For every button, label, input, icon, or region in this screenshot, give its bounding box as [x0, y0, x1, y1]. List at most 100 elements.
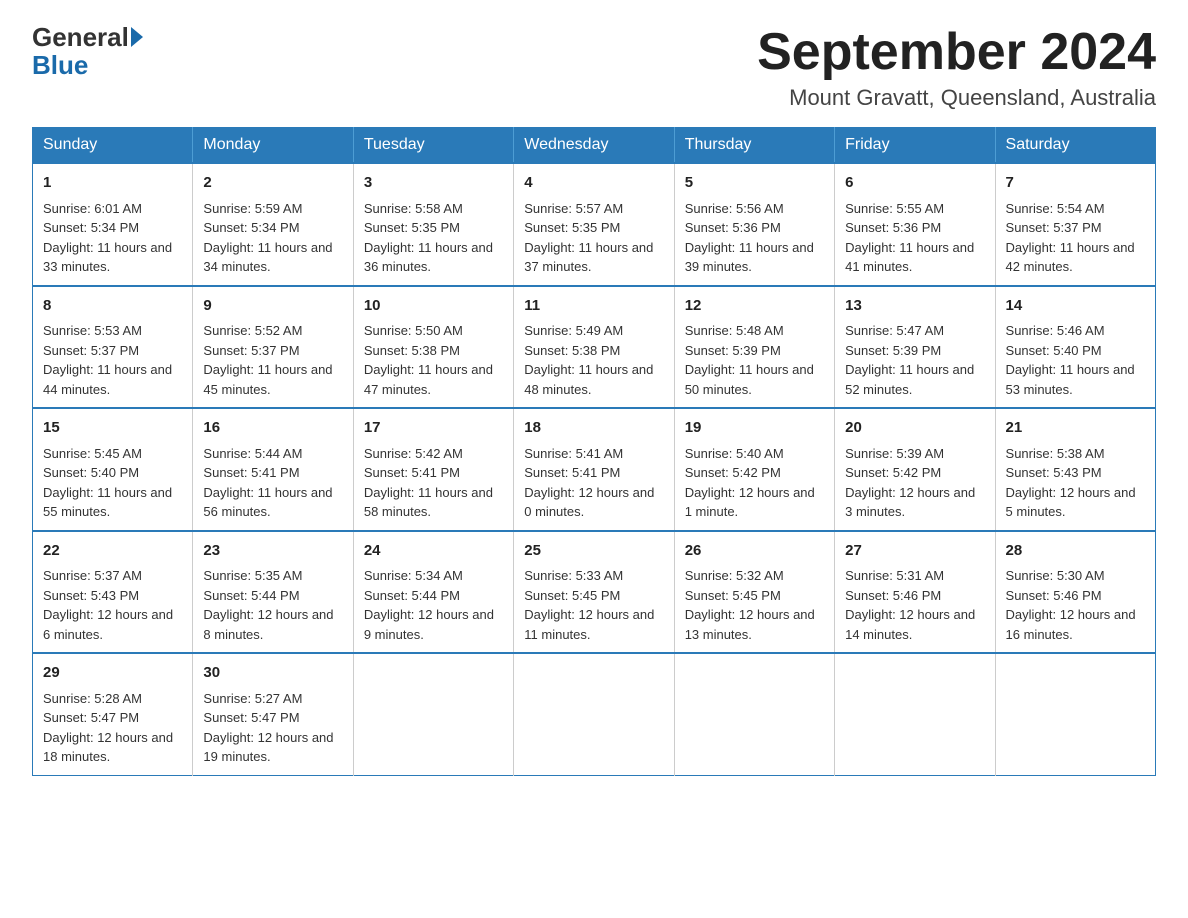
day-info: Sunrise: 5:48 AMSunset: 5:39 PMDaylight:…: [685, 323, 814, 397]
day-number: 24: [364, 540, 503, 563]
day-number: 7: [1006, 172, 1145, 195]
calendar-table: SundayMondayTuesdayWednesdayThursdayFrid…: [32, 127, 1156, 776]
calendar-cell: [835, 653, 995, 775]
calendar-cell: 17 Sunrise: 5:42 AMSunset: 5:41 PMDaylig…: [353, 408, 513, 531]
header-saturday: Saturday: [995, 128, 1155, 164]
day-info: Sunrise: 5:46 AMSunset: 5:40 PMDaylight:…: [1006, 323, 1135, 397]
day-number: 12: [685, 295, 824, 318]
day-number: 2: [203, 172, 342, 195]
logo-blue-text: Blue: [32, 50, 88, 80]
calendar-cell: 3 Sunrise: 5:58 AMSunset: 5:35 PMDayligh…: [353, 163, 513, 286]
day-number: 21: [1006, 417, 1145, 440]
day-info: Sunrise: 5:41 AMSunset: 5:41 PMDaylight:…: [524, 446, 654, 520]
month-title: September 2024: [757, 24, 1156, 81]
calendar-cell: 20 Sunrise: 5:39 AMSunset: 5:42 PMDaylig…: [835, 408, 995, 531]
day-info: Sunrise: 6:01 AMSunset: 5:34 PMDaylight:…: [43, 201, 172, 275]
title-block: September 2024 Mount Gravatt, Queensland…: [757, 24, 1156, 111]
calendar-cell: 9 Sunrise: 5:52 AMSunset: 5:37 PMDayligh…: [193, 286, 353, 409]
logo: General Blue: [32, 24, 145, 81]
day-info: Sunrise: 5:53 AMSunset: 5:37 PMDaylight:…: [43, 323, 172, 397]
day-info: Sunrise: 5:45 AMSunset: 5:40 PMDaylight:…: [43, 446, 172, 520]
day-number: 28: [1006, 540, 1145, 563]
day-number: 18: [524, 417, 663, 440]
day-number: 15: [43, 417, 182, 440]
day-info: Sunrise: 5:56 AMSunset: 5:36 PMDaylight:…: [685, 201, 814, 275]
calendar-cell: 2 Sunrise: 5:59 AMSunset: 5:34 PMDayligh…: [193, 163, 353, 286]
calendar-cell: 11 Sunrise: 5:49 AMSunset: 5:38 PMDaylig…: [514, 286, 674, 409]
logo-general-text: General: [32, 24, 129, 50]
week-row-3: 15 Sunrise: 5:45 AMSunset: 5:40 PMDaylig…: [33, 408, 1156, 531]
calendar-cell: 10 Sunrise: 5:50 AMSunset: 5:38 PMDaylig…: [353, 286, 513, 409]
calendar-cell: 27 Sunrise: 5:31 AMSunset: 5:46 PMDaylig…: [835, 531, 995, 654]
day-number: 13: [845, 295, 984, 318]
header-tuesday: Tuesday: [353, 128, 513, 164]
day-number: 9: [203, 295, 342, 318]
calendar-cell: 6 Sunrise: 5:55 AMSunset: 5:36 PMDayligh…: [835, 163, 995, 286]
header-sunday: Sunday: [33, 128, 193, 164]
day-info: Sunrise: 5:50 AMSunset: 5:38 PMDaylight:…: [364, 323, 493, 397]
calendar-cell: 30 Sunrise: 5:27 AMSunset: 5:47 PMDaylig…: [193, 653, 353, 775]
day-number: 10: [364, 295, 503, 318]
calendar-cell: [514, 653, 674, 775]
calendar-cell: 18 Sunrise: 5:41 AMSunset: 5:41 PMDaylig…: [514, 408, 674, 531]
day-number: 14: [1006, 295, 1145, 318]
day-number: 8: [43, 295, 182, 318]
day-info: Sunrise: 5:52 AMSunset: 5:37 PMDaylight:…: [203, 323, 332, 397]
day-number: 22: [43, 540, 182, 563]
day-number: 29: [43, 662, 182, 685]
day-info: Sunrise: 5:30 AMSunset: 5:46 PMDaylight:…: [1006, 568, 1136, 642]
day-info: Sunrise: 5:35 AMSunset: 5:44 PMDaylight:…: [203, 568, 333, 642]
day-info: Sunrise: 5:37 AMSunset: 5:43 PMDaylight:…: [43, 568, 173, 642]
calendar-cell: 24 Sunrise: 5:34 AMSunset: 5:44 PMDaylig…: [353, 531, 513, 654]
day-number: 4: [524, 172, 663, 195]
day-info: Sunrise: 5:47 AMSunset: 5:39 PMDaylight:…: [845, 323, 974, 397]
calendar-cell: [674, 653, 834, 775]
day-info: Sunrise: 5:57 AMSunset: 5:35 PMDaylight:…: [524, 201, 653, 275]
day-info: Sunrise: 5:55 AMSunset: 5:36 PMDaylight:…: [845, 201, 974, 275]
calendar-cell: 25 Sunrise: 5:33 AMSunset: 5:45 PMDaylig…: [514, 531, 674, 654]
day-number: 27: [845, 540, 984, 563]
day-number: 23: [203, 540, 342, 563]
day-info: Sunrise: 5:38 AMSunset: 5:43 PMDaylight:…: [1006, 446, 1136, 520]
calendar-cell: 19 Sunrise: 5:40 AMSunset: 5:42 PMDaylig…: [674, 408, 834, 531]
calendar-cell: [995, 653, 1155, 775]
calendar-cell: 13 Sunrise: 5:47 AMSunset: 5:39 PMDaylig…: [835, 286, 995, 409]
day-info: Sunrise: 5:49 AMSunset: 5:38 PMDaylight:…: [524, 323, 653, 397]
week-row-1: 1 Sunrise: 6:01 AMSunset: 5:34 PMDayligh…: [33, 163, 1156, 286]
day-info: Sunrise: 5:32 AMSunset: 5:45 PMDaylight:…: [685, 568, 815, 642]
calendar-cell: 8 Sunrise: 5:53 AMSunset: 5:37 PMDayligh…: [33, 286, 193, 409]
day-info: Sunrise: 5:44 AMSunset: 5:41 PMDaylight:…: [203, 446, 332, 520]
calendar-cell: 15 Sunrise: 5:45 AMSunset: 5:40 PMDaylig…: [33, 408, 193, 531]
calendar-cell: 7 Sunrise: 5:54 AMSunset: 5:37 PMDayligh…: [995, 163, 1155, 286]
day-info: Sunrise: 5:42 AMSunset: 5:41 PMDaylight:…: [364, 446, 493, 520]
calendar-cell: 29 Sunrise: 5:28 AMSunset: 5:47 PMDaylig…: [33, 653, 193, 775]
calendar-header-row: SundayMondayTuesdayWednesdayThursdayFrid…: [33, 128, 1156, 164]
day-number: 25: [524, 540, 663, 563]
day-info: Sunrise: 5:27 AMSunset: 5:47 PMDaylight:…: [203, 691, 333, 765]
calendar-cell: 26 Sunrise: 5:32 AMSunset: 5:45 PMDaylig…: [674, 531, 834, 654]
week-row-2: 8 Sunrise: 5:53 AMSunset: 5:37 PMDayligh…: [33, 286, 1156, 409]
day-number: 1: [43, 172, 182, 195]
week-row-5: 29 Sunrise: 5:28 AMSunset: 5:47 PMDaylig…: [33, 653, 1156, 775]
calendar-cell: 5 Sunrise: 5:56 AMSunset: 5:36 PMDayligh…: [674, 163, 834, 286]
calendar-cell: 4 Sunrise: 5:57 AMSunset: 5:35 PMDayligh…: [514, 163, 674, 286]
calendar-cell: 23 Sunrise: 5:35 AMSunset: 5:44 PMDaylig…: [193, 531, 353, 654]
day-info: Sunrise: 5:39 AMSunset: 5:42 PMDaylight:…: [845, 446, 975, 520]
day-number: 11: [524, 295, 663, 318]
day-number: 17: [364, 417, 503, 440]
header-monday: Monday: [193, 128, 353, 164]
header-friday: Friday: [835, 128, 995, 164]
day-info: Sunrise: 5:31 AMSunset: 5:46 PMDaylight:…: [845, 568, 975, 642]
calendar-cell: 28 Sunrise: 5:30 AMSunset: 5:46 PMDaylig…: [995, 531, 1155, 654]
day-number: 3: [364, 172, 503, 195]
calendar-cell: 12 Sunrise: 5:48 AMSunset: 5:39 PMDaylig…: [674, 286, 834, 409]
location-title: Mount Gravatt, Queensland, Australia: [757, 85, 1156, 111]
day-info: Sunrise: 5:34 AMSunset: 5:44 PMDaylight:…: [364, 568, 494, 642]
day-number: 16: [203, 417, 342, 440]
calendar-cell: 21 Sunrise: 5:38 AMSunset: 5:43 PMDaylig…: [995, 408, 1155, 531]
day-info: Sunrise: 5:28 AMSunset: 5:47 PMDaylight:…: [43, 691, 173, 765]
calendar-cell: 14 Sunrise: 5:46 AMSunset: 5:40 PMDaylig…: [995, 286, 1155, 409]
calendar-cell: 22 Sunrise: 5:37 AMSunset: 5:43 PMDaylig…: [33, 531, 193, 654]
calendar-cell: 16 Sunrise: 5:44 AMSunset: 5:41 PMDaylig…: [193, 408, 353, 531]
day-number: 30: [203, 662, 342, 685]
